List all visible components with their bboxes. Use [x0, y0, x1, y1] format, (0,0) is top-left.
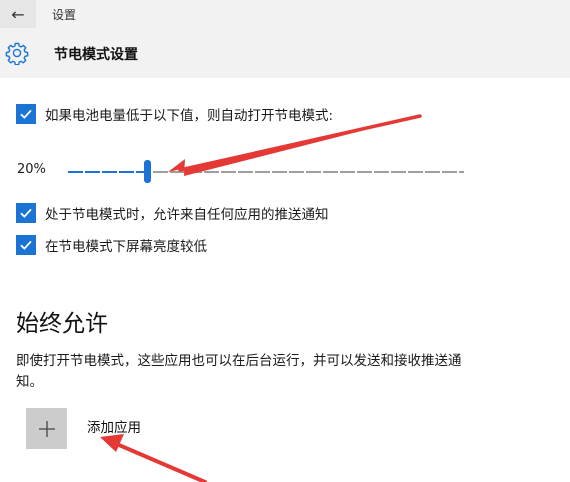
plus-icon	[38, 420, 55, 437]
gear-icon	[5, 42, 29, 65]
lower-brightness-checkbox-row[interactable]: 在节电模式下屏幕亮度较低	[16, 235, 207, 255]
slider-ticks	[68, 171, 464, 173]
auto-battery-saver-checkbox[interactable]	[16, 104, 36, 124]
auto-battery-saver-checkbox-row[interactable]: 如果电池电量低于以下值，则自动打开节电模式:	[16, 104, 333, 124]
page-title: 节电模式设置	[54, 47, 138, 63]
back-arrow-icon: ←	[11, 4, 25, 24]
push-notifications-checkbox-row[interactable]: 处于节电模式时，允许来自任何应用的推送通知	[16, 203, 329, 223]
annotation-arrow-add-app	[100, 434, 207, 482]
lower-brightness-label: 在节电模式下屏幕亮度较低	[45, 239, 207, 255]
add-app-label[interactable]: 添加应用	[87, 416, 141, 436]
always-allowed-title: 始终允许	[16, 311, 108, 337]
checkmark-icon	[20, 208, 32, 218]
header-bar: ← 设置 节电模式设置	[0, 0, 570, 78]
threshold-value: 20%	[17, 162, 46, 177]
checkmark-icon	[20, 109, 32, 119]
add-app-button[interactable]	[26, 408, 67, 449]
auto-battery-saver-label: 如果电池电量低于以下值，则自动打开节电模式:	[45, 108, 334, 124]
lower-brightness-checkbox[interactable]	[16, 235, 36, 255]
push-notifications-checkbox[interactable]	[16, 203, 36, 223]
always-allowed-description: 即使打开节电模式，这些应用也可以在后台运行，并可以发送和接收推送通知。	[16, 353, 462, 390]
push-notifications-label: 处于节电模式时，允许来自任何应用的推送通知	[45, 207, 329, 223]
slider-thumb[interactable]	[144, 160, 151, 183]
app-title: 设置	[52, 8, 77, 22]
checkmark-icon	[20, 240, 32, 250]
threshold-slider[interactable]	[68, 160, 464, 184]
back-button[interactable]: ←	[0, 0, 36, 28]
